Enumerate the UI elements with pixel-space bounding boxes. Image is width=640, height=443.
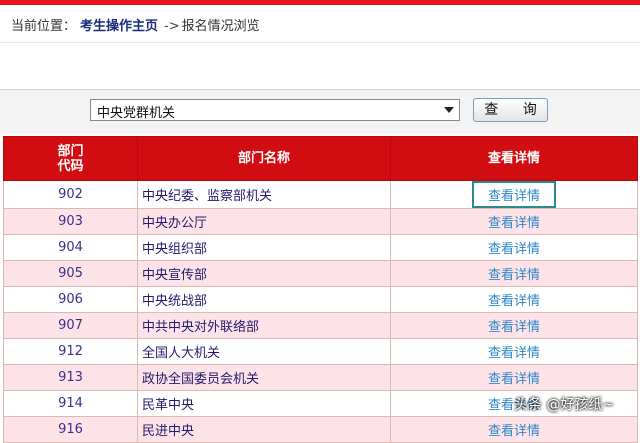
table-row: 902 中央纪委、监察部机关 查看详情 (3, 180, 638, 209)
dept-name: 中央组织部 (137, 234, 391, 261)
breadcrumb-prefix: 当前位置： (11, 19, 77, 34)
table-row: 905 中央宣传部 查看详情 (3, 260, 638, 287)
dept-name: 中央统战部 (137, 286, 391, 313)
dept-code: 907 (3, 312, 138, 339)
dept-code: 913 (3, 364, 138, 391)
table-row: 904 中央组织部 查看详情 (3, 234, 638, 261)
table-row: 916 民进中央 查看详情 (3, 416, 638, 443)
dept-code: 914 (3, 390, 138, 417)
header-name: 部门名称 (137, 136, 391, 181)
view-detail-link[interactable]: 查看详情 (471, 181, 556, 208)
header-code-line2: 代码 (57, 158, 84, 174)
dept-name: 中央纪委、监察部机关 (137, 180, 391, 209)
breadcrumb-home-link[interactable]: 考生操作主页 (80, 19, 158, 34)
view-detail-link[interactable]: 查看详情 (390, 208, 638, 235)
dept-name: 中共中央对外联络部 (137, 312, 391, 339)
dept-code: 902 (3, 180, 138, 209)
dept-code: 916 (3, 416, 138, 443)
dept-code: 903 (3, 208, 138, 235)
dept-name: 全国人大机关 (137, 338, 391, 365)
view-detail-link[interactable]: 查看详情 (390, 312, 638, 339)
table-header-row: 部门 代码 部门名称 查看详情 (3, 136, 638, 181)
table-row: 913 政协全国委员会机关 查看详情 (3, 364, 638, 391)
table-row: 906 中央统战部 查看详情 (3, 286, 638, 313)
chevron-down-icon[interactable] (444, 107, 454, 113)
dept-code: 912 (3, 338, 138, 365)
dept-name: 民进中央 (137, 416, 391, 443)
dept-code: 906 (3, 286, 138, 313)
dept-name: 民革中央 (137, 390, 391, 417)
department-select[interactable]: 中央党群机关 (90, 99, 460, 121)
view-detail-link[interactable]: 查看详情 (390, 234, 638, 261)
department-select-value: 中央党群机关 (97, 106, 176, 121)
dept-code: 905 (3, 260, 138, 287)
view-detail-link[interactable]: 查看详情 (390, 338, 638, 365)
top-accent-line (0, 0, 640, 5)
header-divider (0, 42, 640, 43)
header-code-line1: 部门 (57, 143, 84, 159)
view-detail-cell: 查看详情 (390, 180, 638, 209)
view-detail-link[interactable]: 查看详情 (390, 364, 638, 391)
view-detail-link[interactable]: 查看详情 (390, 416, 638, 443)
view-detail-link[interactable]: 查看详情 (390, 286, 638, 313)
table-row: 912 全国人大机关 查看详情 (3, 338, 638, 365)
search-bar: 中央党群机关 查 询 (0, 89, 640, 134)
view-detail-link[interactable]: 查看详情 (390, 260, 638, 287)
breadcrumb-arrow: -> (164, 19, 180, 34)
query-button[interactable]: 查 询 (473, 98, 548, 122)
header-detail: 查看详情 (390, 136, 638, 181)
breadcrumb: 当前位置： 考生操作主页 -> 报名情况浏览 (11, 15, 260, 34)
watermark: 头条 @好孩纸~ (514, 397, 615, 413)
header-code: 部门 代码 (3, 136, 138, 181)
table-row: 903 中央办公厅 查看详情 (3, 208, 638, 235)
dept-code: 904 (3, 234, 138, 261)
dept-name: 中央办公厅 (137, 208, 391, 235)
dept-name: 政协全国委员会机关 (137, 364, 391, 391)
dept-name: 中央宣传部 (137, 260, 391, 287)
table-row: 907 中共中央对外联络部 查看详情 (3, 312, 638, 339)
breadcrumb-current: 报名情况浏览 (181, 19, 260, 34)
